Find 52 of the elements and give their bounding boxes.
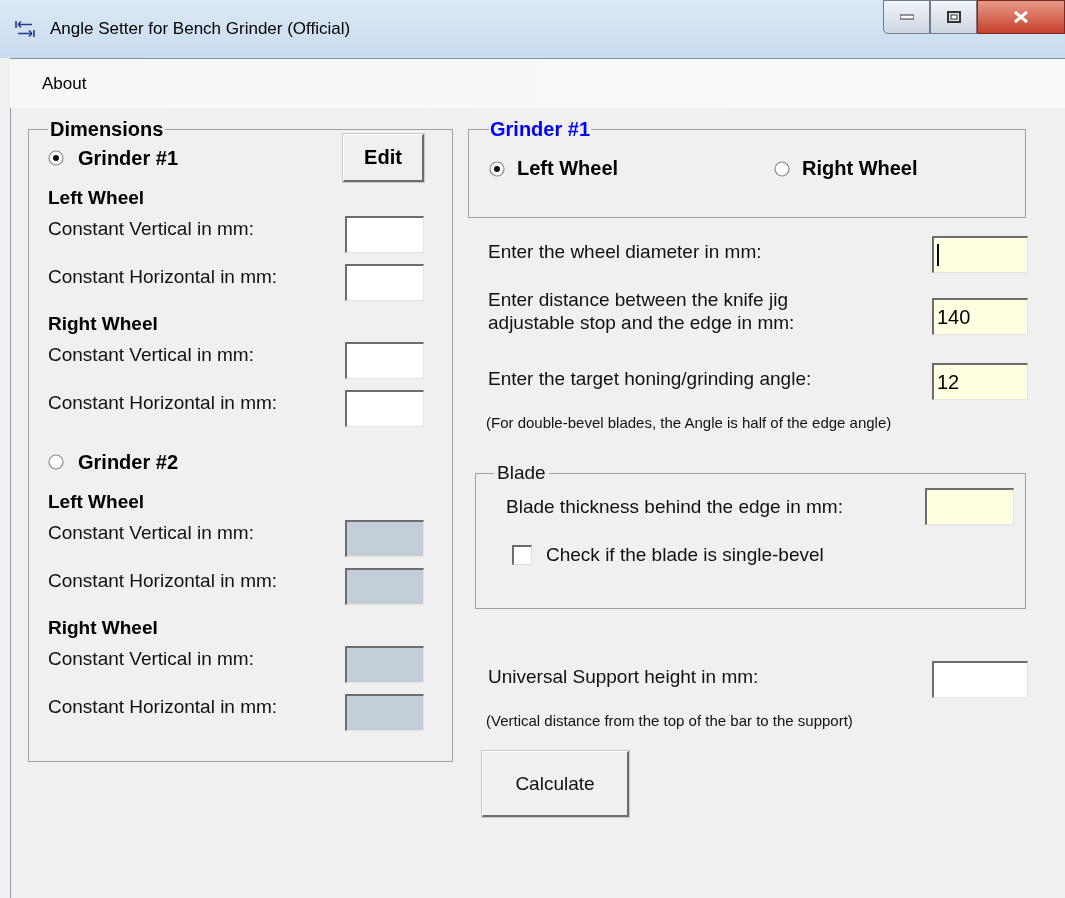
radio-label: Grinder #1 bbox=[78, 146, 180, 170]
field-label: Universal Support height in mm: bbox=[488, 665, 760, 688]
close-button[interactable] bbox=[977, 0, 1065, 34]
input-field[interactable]: 140 bbox=[932, 298, 1028, 335]
field-label: Constant Horizontal in mm: bbox=[48, 266, 278, 288]
input-field[interactable] bbox=[345, 216, 424, 253]
field-label: Constant Vertical in mm: bbox=[48, 344, 254, 366]
field-label: Constant Vertical in mm: bbox=[48, 218, 254, 240]
input-field[interactable] bbox=[345, 342, 424, 379]
input-field[interactable] bbox=[345, 264, 424, 301]
edit-button[interactable]: Edit bbox=[343, 134, 424, 182]
input-field[interactable] bbox=[345, 390, 424, 427]
calculate-button[interactable]: Calculate bbox=[482, 751, 629, 817]
radio-label: Left Wheel bbox=[517, 157, 619, 180]
group-title: Dimensions bbox=[49, 118, 165, 141]
checkbox[interactable] bbox=[512, 545, 532, 565]
section-heading: Right Wheel bbox=[48, 616, 159, 640]
input-field[interactable] bbox=[925, 488, 1014, 525]
section-heading: Right Wheel bbox=[48, 312, 159, 336]
group-title: Grinder #1 bbox=[489, 118, 592, 141]
field-label: Enter distance between the knife jig adjustable stop and the edge in mm: bbox=[488, 288, 796, 334]
radio-button[interactable] bbox=[48, 150, 64, 166]
input-field[interactable] bbox=[932, 236, 1028, 273]
group-title: Blade bbox=[496, 462, 547, 484]
radio-button[interactable] bbox=[774, 160, 790, 177]
field-label: Enter the wheel diameter in mm: bbox=[488, 240, 763, 263]
maximize-button[interactable] bbox=[930, 0, 977, 34]
radio-button[interactable] bbox=[48, 454, 64, 470]
field-label: Constant Horizontal in mm: bbox=[48, 392, 278, 414]
field-label: Constant Vertical in mm: bbox=[48, 522, 254, 544]
field-label: Constant Horizontal in mm: bbox=[48, 696, 278, 718]
section-heading: Left Wheel bbox=[48, 186, 146, 210]
radio-label: Right Wheel bbox=[802, 157, 918, 180]
field-label: Constant Horizontal in mm: bbox=[48, 570, 278, 592]
minimize-icon bbox=[899, 14, 914, 20]
field-label: Constant Vertical in mm: bbox=[48, 648, 254, 670]
radio-label: Grinder #2 bbox=[78, 450, 180, 474]
app-icon bbox=[14, 20, 36, 38]
menu-item[interactable]: About bbox=[32, 69, 97, 98]
window-title: Angle Setter for Bench Grinder (Official) bbox=[50, 19, 351, 39]
section-heading: Left Wheel bbox=[48, 490, 146, 514]
input-field[interactable] bbox=[932, 661, 1028, 698]
close-icon bbox=[1013, 10, 1029, 24]
checkbox-label: Check if the blade is single-bevel bbox=[546, 544, 824, 566]
field-label: Blade thickness behind the edge in mm: bbox=[506, 495, 843, 518]
hint-text: (For double-bevel blades, the Angle is half of the edge angle) bbox=[485, 414, 893, 431]
radio-button[interactable] bbox=[489, 160, 505, 177]
maximize-icon bbox=[946, 11, 961, 23]
hint-text: (Vertical distance from the top of the bar to the support) bbox=[485, 712, 854, 729]
minimize-button[interactable] bbox=[883, 0, 930, 34]
field-label: Enter the target honing/grinding angle: bbox=[488, 367, 813, 390]
input-field[interactable]: 12 bbox=[932, 363, 1028, 400]
